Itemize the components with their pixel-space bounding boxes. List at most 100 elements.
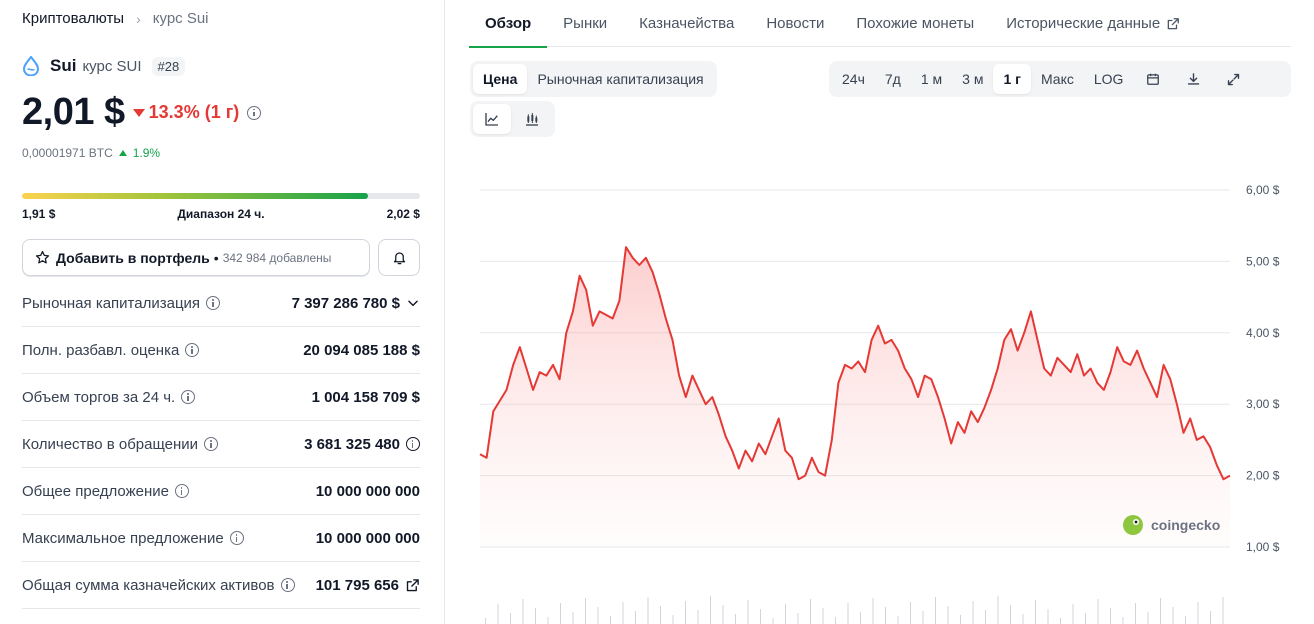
caret-down-icon (132, 108, 145, 117)
volume-bar (585, 598, 586, 624)
add-to-portfolio-button[interactable]: Добавить в портфель • 342 984 добавлены (22, 239, 370, 276)
volume-bar (797, 613, 799, 624)
stat-value: 20 094 085 188 $ (303, 341, 420, 359)
line-chart-icon (485, 113, 498, 126)
price-chart[interactable]: 6,00 $ 5,00 $ 4,00 $ 3,00 $ 2,00 $ 1,00 $ coi… (470, 150, 1304, 624)
tab-overview[interactable]: Обзор (469, 0, 548, 48)
stat-row-market-cap: Рыночная капитализация 7 397 286 780 $ (22, 280, 420, 327)
volume-bar (710, 596, 711, 624)
volume-bar (935, 597, 936, 624)
stat-label: Рыночная капитализация (22, 294, 201, 312)
y-axis-tick-label: 5,00 $ (1246, 254, 1280, 268)
range-1m-button[interactable]: 1 м (911, 64, 952, 94)
metric-market-cap-button[interactable]: Рыночная капитализация (527, 64, 713, 94)
price-chart-svg: 6,00 $ 5,00 $ 4,00 $ 3,00 $ 2,00 $ 1,00 $ coi… (479, 183, 1280, 624)
volume-bar (1110, 608, 1111, 624)
volume-bar (1085, 613, 1086, 624)
stat-value: 1 004 158 709 $ (311, 388, 420, 406)
stat-value: 10 000 000 000 (315, 529, 420, 547)
volume-bar (1210, 611, 1211, 624)
volume-bar (510, 613, 511, 624)
price-row: 2,01 $ 13.3% (1 г) (22, 91, 262, 134)
volume-bar (497, 604, 499, 624)
chevron-down-icon[interactable] (406, 296, 420, 310)
volume-bars (485, 596, 1224, 624)
coin-info-panel: Криптовалюты › курс Sui Sui курс SUI #28… (0, 0, 444, 624)
volume-bar (985, 610, 986, 624)
volume-bar (1185, 616, 1186, 624)
range-24h-high: 2,02 $ (386, 207, 420, 221)
candlestick-chart-button[interactable] (513, 104, 551, 134)
volume-bar (1022, 614, 1024, 624)
volume-bar (772, 618, 774, 624)
volume-bar (1160, 598, 1161, 624)
volume-bar (535, 608, 536, 624)
volume-bar (1010, 605, 1011, 624)
separator-dot: • (213, 249, 219, 266)
stat-value: 101 795 656 (315, 576, 399, 594)
volume-bar (922, 611, 924, 624)
tab-markets[interactable]: Рынки (547, 0, 623, 47)
log-scale-button[interactable]: LOG (1084, 64, 1134, 94)
volume-bar (1047, 609, 1049, 624)
btc-price: 0,00001971 BTC (22, 146, 113, 160)
stat-value: 10 000 000 000 (315, 482, 420, 500)
range-7d-button[interactable]: 7д (875, 64, 911, 94)
download-button[interactable] (1173, 64, 1213, 94)
volume-bar (1172, 607, 1174, 624)
breadcrumb-root-link[interactable]: Криптовалюты (22, 10, 124, 27)
range-3m-button[interactable]: 3 м (952, 64, 993, 94)
price-alert-button[interactable] (378, 239, 420, 276)
info-icon[interactable] (175, 484, 189, 498)
info-icon[interactable] (204, 437, 219, 451)
y-axis-tick-label: 2,00 $ (1246, 469, 1280, 483)
range-max-button[interactable]: Макс (1031, 64, 1084, 94)
sui-logo-icon (22, 56, 40, 76)
volume-bar (635, 611, 636, 624)
range-1y-button[interactable]: 1 г (993, 64, 1031, 94)
info-icon[interactable] (229, 531, 244, 545)
fullscreen-button[interactable] (1213, 64, 1253, 94)
volume-bar (847, 603, 849, 624)
volume-bar (1135, 603, 1136, 624)
metric-price-button[interactable]: Цена (473, 64, 528, 94)
chart-type-toggle (470, 101, 555, 137)
line-chart-button[interactable] (473, 104, 511, 134)
stat-label: Максимальное предложение (22, 529, 224, 547)
btc-change: 1.9% (132, 146, 161, 160)
info-icon[interactable] (406, 437, 420, 451)
coin-tabs: Обзор Рынки Казначейства Новости Похожие… (469, 0, 1291, 48)
volume-bar (610, 616, 611, 624)
range-24h-bar (22, 193, 420, 199)
info-icon[interactable] (247, 105, 262, 120)
download-icon (1187, 72, 1200, 85)
tab-historical-data-label: Исторические данные (1006, 15, 1161, 32)
volume-bar (960, 615, 961, 624)
info-icon[interactable] (206, 296, 221, 310)
range-24h-button[interactable]: 24ч (832, 64, 875, 94)
breadcrumb: Криптовалюты › курс Sui (22, 10, 209, 27)
volume-bar (1035, 600, 1036, 624)
tab-similar-coins[interactable]: Похожие монеты (840, 0, 990, 47)
stat-value: 7 397 286 780 $ (291, 294, 400, 312)
volume-bar (835, 617, 836, 624)
volume-bar (660, 606, 661, 624)
y-axis-tick-label: 3,00 $ (1246, 397, 1280, 411)
tab-news[interactable]: Новости (750, 0, 840, 47)
volume-bar (572, 612, 574, 624)
stat-label: Общее предложение (22, 482, 169, 500)
volume-bar (1122, 617, 1124, 624)
breadcrumb-current: курс Sui (152, 10, 209, 27)
tab-historical-data[interactable]: Исторические данные (990, 0, 1196, 47)
info-icon[interactable] (181, 390, 196, 404)
volume-bar (735, 614, 736, 624)
info-icon[interactable] (185, 343, 200, 357)
tab-treasuries[interactable]: Казначейства (623, 0, 750, 47)
calendar-button[interactable] (1133, 64, 1173, 94)
range-24h-fill (22, 193, 369, 199)
coingecko-watermark: coingecko (1123, 515, 1220, 535)
info-icon[interactable] (280, 578, 295, 592)
external-link-icon[interactable] (405, 578, 420, 593)
volume-bar (897, 616, 899, 624)
volume-bar (760, 609, 761, 624)
